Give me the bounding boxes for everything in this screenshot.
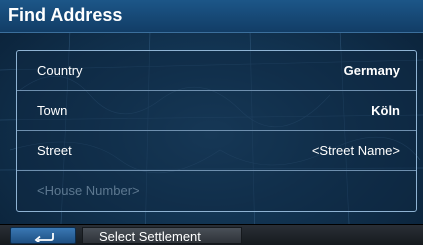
select-settlement-label: Select Settlement	[99, 229, 201, 244]
town-label: Town	[37, 103, 68, 118]
back-arrow-icon	[34, 233, 54, 242]
title-bar: Find Address	[0, 0, 423, 33]
address-form: Country Germany Town Köln Street <Street…	[16, 50, 417, 212]
town-row[interactable]: Town Köln	[17, 91, 416, 131]
house-number-row: <House Number>	[17, 171, 416, 211]
town-value: Köln	[371, 103, 400, 118]
house-number-label: <House Number>	[37, 183, 140, 198]
street-value: <Street Name>	[311, 143, 400, 158]
street-row[interactable]: Street <Street Name>	[17, 131, 416, 171]
country-value: Germany	[343, 63, 400, 78]
back-button[interactable]	[10, 227, 76, 244]
country-row[interactable]: Country Germany	[17, 51, 416, 91]
bottom-bar: Select Settlement	[0, 224, 423, 245]
find-address-screen: Find Address Country Germany Town Köln S…	[0, 0, 423, 245]
country-label: Country	[37, 63, 83, 78]
street-label: Street	[37, 143, 72, 158]
select-settlement-button[interactable]: Select Settlement	[82, 227, 242, 244]
page-title: Find Address	[8, 5, 123, 25]
